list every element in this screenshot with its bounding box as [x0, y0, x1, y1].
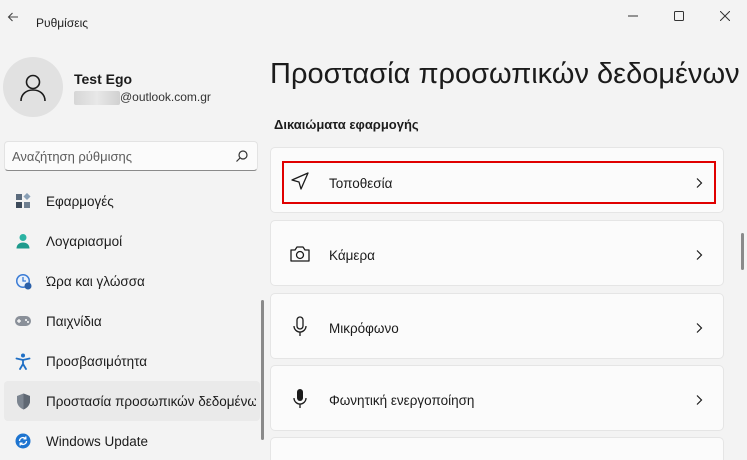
apps-icon: [14, 192, 32, 210]
section-heading: Δικαιώματα εφαρμογής: [274, 117, 419, 132]
title-bar: Ρυθμίσεις: [0, 0, 747, 32]
sidebar-item-label: Παιχνίδια: [46, 313, 102, 329]
card-label: Φωνητική ενεργοποίηση: [329, 393, 475, 408]
sidebar-scrollbar[interactable]: [261, 300, 264, 440]
user-icon: [20, 74, 46, 102]
windows-update-icon: [14, 432, 32, 450]
user-email: @outlook.com.gr: [120, 90, 211, 104]
sidebar-item-gaming[interactable]: Παιχνίδια: [4, 301, 260, 341]
sidebar-item-label: Ώρα και γλώσσα: [46, 273, 145, 289]
time-language-icon: [14, 272, 32, 290]
maximize-button[interactable]: [656, 0, 702, 32]
shield-icon: [14, 392, 32, 410]
close-button[interactable]: [702, 0, 747, 32]
settings-card-camera[interactable]: Κάμερα: [270, 220, 724, 286]
gaming-icon: [14, 312, 32, 330]
camera-icon: [289, 243, 311, 265]
accounts-icon: [14, 232, 32, 250]
back-button[interactable]: [2, 6, 24, 28]
user-name: Test Ego: [74, 71, 133, 87]
maximize-icon: [674, 11, 684, 21]
card-label: Κάμερα: [329, 248, 375, 263]
sidebar-item-label: Windows Update: [46, 433, 149, 449]
chevron-right-icon: [696, 395, 703, 405]
sidebar-item-accounts[interactable]: Λογαριασμοί: [4, 221, 260, 261]
back-arrow-icon: [7, 12, 18, 22]
settings-card-voice-activation[interactable]: Φωνητική ενεργοποίηση: [270, 365, 724, 431]
search-icon[interactable]: [235, 149, 249, 163]
sidebar-item-label: Προστασία προσωπικών δεδομένων και ασφάλ…: [46, 393, 256, 409]
search-input[interactable]: [12, 146, 232, 166]
microphone-icon: [289, 316, 311, 338]
app-title: Ρυθμίσεις: [36, 16, 89, 30]
search-box[interactable]: [4, 141, 258, 171]
close-icon: [720, 11, 730, 21]
sidebar-item-accessibility[interactable]: Προσβασιμότητα: [4, 341, 260, 381]
minimize-icon: [628, 15, 638, 17]
chevron-right-icon: [696, 323, 703, 333]
sidebar-item-label: Εφαρμογές: [46, 193, 114, 209]
sidebar-item-privacy-security[interactable]: Προστασία προσωπικών δεδομένων και ασφάλ…: [4, 381, 260, 421]
chevron-right-icon: [696, 250, 703, 260]
accessibility-icon: [14, 352, 32, 370]
email-redacted: [74, 91, 120, 105]
location-highlight-box: [282, 161, 716, 204]
settings-card-partial[interactable]: [270, 437, 724, 460]
settings-card-microphone[interactable]: Μικρόφωνο: [270, 293, 724, 359]
page-title: Προστασία προσωπικών δεδομένων: [270, 58, 740, 90]
sidebar-item-time-language[interactable]: Ώρα και γλώσσα: [4, 261, 260, 301]
avatar[interactable]: [3, 57, 63, 117]
sidebar-item-label: Προσβασιμότητα: [46, 353, 148, 369]
voice-activation-icon: [289, 388, 311, 410]
minimize-button[interactable]: [610, 0, 656, 32]
sidebar-item-windows-update[interactable]: Windows Update: [4, 421, 260, 460]
main-scrollbar[interactable]: [741, 233, 744, 270]
sidebar-item-label: Λογαριασμοί: [46, 233, 123, 249]
sidebar-item-apps[interactable]: Εφαρμογές: [4, 181, 260, 221]
card-label: Μικρόφωνο: [329, 321, 399, 336]
sidebar-nav: Εφαρμογές Λογαριασμοί Ώρα και γλώσσα Παι…: [0, 181, 262, 460]
